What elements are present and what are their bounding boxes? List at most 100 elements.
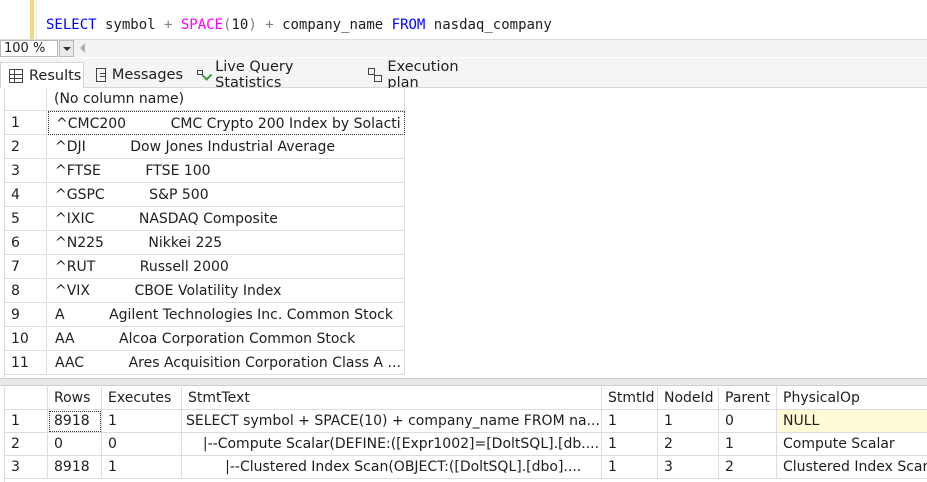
table-cell[interactable]: 1: [102, 456, 182, 479]
row-number[interactable]: 1: [5, 111, 47, 135]
editor-gutter-divider: [36, 0, 37, 39]
row-number-header[interactable]: [5, 387, 48, 410]
table-cell[interactable]: ^GSPC S&P 500: [48, 183, 405, 207]
table-cell[interactable]: |--Clustered Index Scan(OBJECT:([DoltSQL…: [182, 456, 602, 479]
row-number[interactable]: 2: [5, 433, 48, 456]
zoom-dropdown-button[interactable]: [59, 40, 74, 57]
execution-plan-icon: [368, 68, 383, 82]
tab-messages[interactable]: Messages: [88, 62, 183, 88]
column-header-stmtid[interactable]: StmtId: [602, 387, 658, 410]
table-cell[interactable]: 2: [719, 456, 777, 479]
table-row[interactable]: 6 ^N225 Nikkei 225: [5, 231, 405, 255]
tab-messages-label: Messages: [111, 67, 183, 83]
row-number[interactable]: 3: [5, 456, 48, 479]
table-cell[interactable]: 0: [48, 433, 102, 456]
column-header-parent[interactable]: Parent: [719, 387, 777, 410]
column-header-rows[interactable]: Rows: [48, 387, 102, 410]
row-number[interactable]: 9: [5, 303, 47, 327]
sql-paren-close: ): [248, 17, 257, 33]
messages-icon: [96, 68, 106, 82]
table-cell[interactable]: ^IXIC NASDAQ Composite: [48, 207, 405, 231]
row-number[interactable]: 11: [5, 351, 47, 375]
table-cell-null[interactable]: NULL: [777, 410, 927, 433]
tab-execution-plan[interactable]: Execution plan: [360, 59, 490, 91]
table-row[interactable]: 1 ^CMC200 CMC Crypto 200 Index by Solact…: [5, 111, 405, 135]
table-cell[interactable]: ^DJI Dow Jones Industrial Average: [48, 135, 405, 159]
table-cell[interactable]: ^RUT Russell 2000: [48, 255, 405, 279]
row-number[interactable]: 6: [5, 231, 47, 255]
sql-number-ten: 10: [231, 17, 249, 33]
statistics-grid[interactable]: Rows Executes StmtText StmtId NodeId Par…: [5, 387, 927, 482]
table-cell[interactable]: ^VIX CBOE Volatility Index: [48, 279, 405, 303]
row-number[interactable]: 7: [5, 255, 47, 279]
grid-icon: [9, 68, 23, 83]
table-cell[interactable]: 0: [102, 433, 182, 456]
query-editor[interactable]: SELECT symbol + SPACE(10) + company_name…: [0, 0, 927, 39]
row-number[interactable]: 1: [5, 410, 48, 433]
sql-keyword-select: SELECT: [46, 17, 97, 33]
table-row[interactable]: 3 ^FTSE FTSE 100: [5, 159, 405, 183]
tab-execution-plan-label: Execution plan: [387, 59, 459, 91]
tab-live-query-statistics-label: Live Query Statistics: [215, 59, 294, 91]
table-cell[interactable]: 1: [602, 456, 658, 479]
row-number[interactable]: 5: [5, 207, 47, 231]
table-cell[interactable]: |--Compute Scalar(DEFINE:([Expr1002]=[Do…: [182, 433, 602, 456]
sql-operator-plus-2: +: [256, 17, 283, 33]
table-cell[interactable]: 2: [658, 433, 719, 456]
results-grid-header: (No column name): [5, 88, 405, 111]
table-cell[interactable]: ^N225 Nikkei 225: [48, 231, 405, 255]
row-number[interactable]: 8: [5, 279, 47, 303]
table-cell[interactable]: 0: [719, 410, 777, 433]
column-header[interactable]: (No column name): [48, 88, 405, 111]
editor-change-marker: [30, 0, 34, 39]
sql-identifier-company-name: company_name: [282, 17, 392, 33]
table-cell[interactable]: 1: [102, 410, 182, 433]
table-row[interactable]: 2 ^DJI Dow Jones Industrial Average: [5, 135, 405, 159]
row-number-header[interactable]: [5, 88, 47, 111]
table-row[interactable]: 4 ^GSPC S&P 500: [5, 183, 405, 207]
sql-keyword-from: FROM: [391, 17, 426, 33]
tab-results[interactable]: Results: [0, 62, 84, 88]
row-number[interactable]: 3: [5, 159, 47, 183]
table-row[interactable]: 11 AAC Ares Acquisition Corporation Clas…: [5, 351, 405, 375]
column-header-nodeid[interactable]: NodeId: [658, 387, 719, 410]
live-statistics-icon: [196, 68, 209, 82]
result-tabs: Results Messages Live Query Statistics E…: [0, 58, 927, 91]
table-cell[interactable]: Clustered Index Scan: [777, 456, 927, 479]
table-row[interactable]: 9 A Agilent Technologies Inc. Common Sto…: [5, 303, 405, 327]
table-row[interactable]: 8 ^VIX CBOE Volatility Index: [5, 279, 405, 303]
sql-query-text[interactable]: SELECT symbol + SPACE(10) + company_name…: [46, 16, 552, 34]
table-cell[interactable]: AA Alcoa Corporation Common Stock: [48, 327, 405, 351]
column-header-physicalop[interactable]: PhysicalOp: [777, 387, 927, 410]
table-cell[interactable]: ^CMC200 CMC Crypto 200 Index by Solacti: [48, 111, 405, 135]
table-cell[interactable]: Compute Scalar: [777, 433, 927, 456]
table-row[interactable]: 7 ^RUT Russell 2000: [5, 255, 405, 279]
table-cell[interactable]: 1: [602, 433, 658, 456]
zoom-level-field[interactable]: 100 %: [0, 40, 58, 57]
table-row[interactable]: 10 AA Alcoa Corporation Common Stock: [5, 327, 405, 351]
table-cell[interactable]: SELECT symbol + SPACE(10) + company_name…: [182, 410, 602, 433]
results-splitter[interactable]: [0, 378, 927, 386]
table-cell[interactable]: ^FTSE FTSE 100: [48, 159, 405, 183]
tab-results-label: Results: [29, 67, 82, 84]
table-cell[interactable]: 8918: [48, 456, 102, 479]
zoom-bar: 100 %: [0, 39, 927, 57]
table-cell[interactable]: AAC Ares Acquisition Corporation Class A…: [48, 351, 405, 375]
table-cell[interactable]: 1: [602, 410, 658, 433]
column-header-stmttext[interactable]: StmtText: [182, 387, 602, 410]
table-row[interactable]: 5 ^IXIC NASDAQ Composite: [5, 207, 405, 231]
row-number[interactable]: 10: [5, 327, 47, 351]
table-cell[interactable]: 8918: [48, 410, 102, 433]
column-header-executes[interactable]: Executes: [102, 387, 182, 410]
sql-identifier-table: nasdaq_company: [425, 17, 552, 33]
table-cell[interactable]: 3: [658, 456, 719, 479]
scroll-left-arrow-icon[interactable]: [80, 43, 85, 53]
row-number[interactable]: 4: [5, 183, 47, 207]
sql-function-space: SPACE: [172, 17, 224, 33]
tab-live-query-statistics[interactable]: Live Query Statistics: [188, 59, 355, 91]
table-cell[interactable]: A Agilent Technologies Inc. Common Stock: [48, 303, 405, 327]
row-number[interactable]: 2: [5, 135, 47, 159]
table-cell[interactable]: 1: [658, 410, 719, 433]
table-cell[interactable]: 1: [719, 433, 777, 456]
sql-identifier-symbol: symbol: [96, 17, 165, 33]
